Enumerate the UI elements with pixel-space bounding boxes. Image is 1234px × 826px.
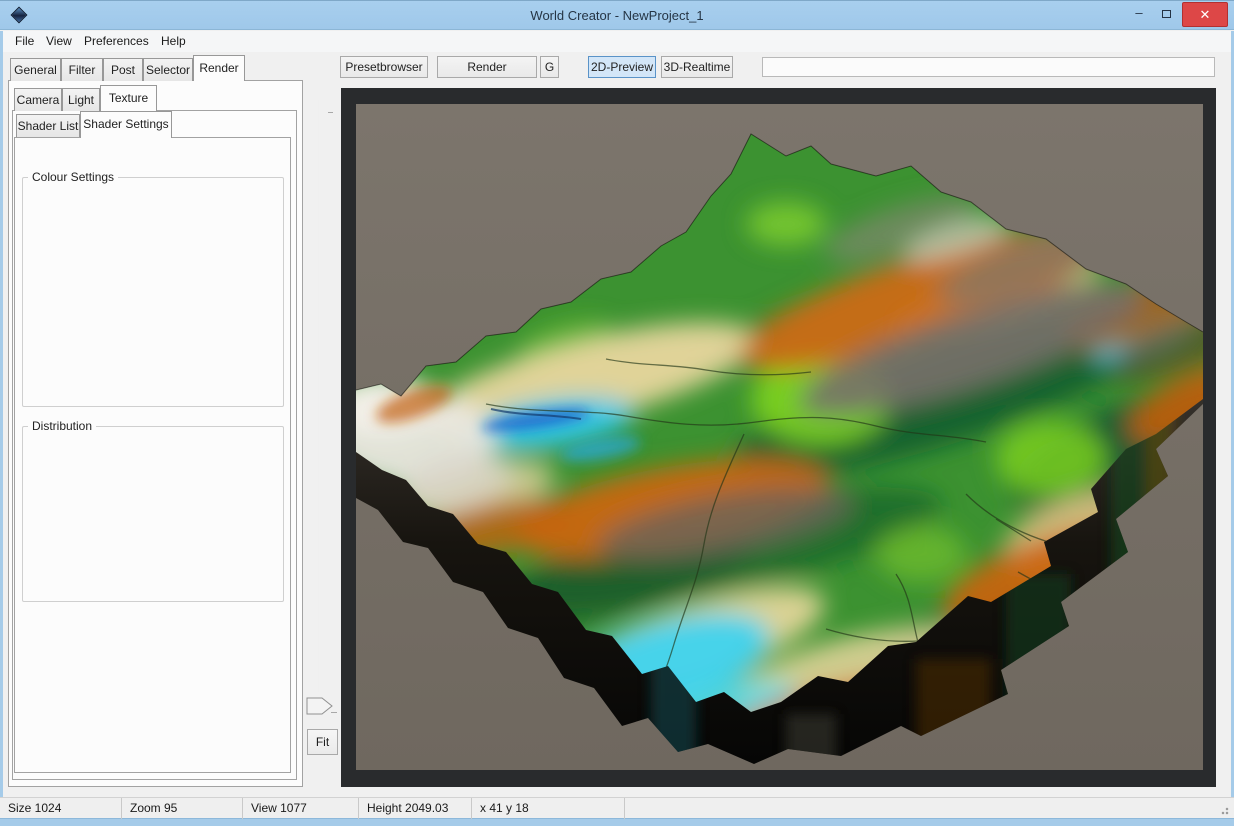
presetbrowser-button[interactable]: Presetbrowser: [340, 56, 428, 78]
tab-filter[interactable]: Filter: [61, 58, 103, 81]
maximize-button[interactable]: [1153, 1, 1179, 27]
colour-settings-title: Colour Settings: [28, 170, 118, 184]
tab-light[interactable]: Light: [62, 88, 100, 111]
viewport-zoom-slider[interactable]: [318, 100, 319, 692]
viewport-zoom-tick-bottom: [331, 712, 337, 713]
progress-bar: [762, 57, 1215, 77]
status-height: Height 2049.03: [359, 798, 472, 819]
menu-help[interactable]: Help: [161, 31, 186, 52]
tab-selector[interactable]: Selector: [143, 58, 193, 81]
fit-button[interactable]: Fit: [307, 729, 338, 755]
status-size: Size 1024: [0, 798, 122, 819]
realtime-3d-button[interactable]: 3D-Realtime: [661, 56, 733, 78]
tab-texture[interactable]: Texture: [100, 85, 157, 111]
preview-2d-button[interactable]: 2D-Preview: [588, 56, 656, 78]
tab-general[interactable]: General: [10, 58, 61, 81]
colour-settings-group: [22, 177, 284, 407]
tab-shader-settings[interactable]: Shader Settings: [80, 111, 172, 138]
status-zoom: Zoom 95: [122, 798, 243, 819]
status-cursor: x 41 y 18: [472, 798, 625, 819]
render-button[interactable]: Render: [437, 56, 537, 78]
viewport-zoom-tick-top: [328, 112, 333, 113]
tab-camera[interactable]: Camera: [14, 88, 62, 111]
menubar: File View Preferences Help: [3, 31, 1231, 52]
menu-preferences[interactable]: Preferences: [84, 31, 149, 52]
g-button[interactable]: G: [540, 56, 559, 78]
window-title: World Creator - NewProject_1: [0, 1, 1234, 31]
menu-view[interactable]: View: [46, 31, 72, 52]
minimize-button[interactable]: –: [1126, 1, 1152, 27]
tab-render[interactable]: Render: [193, 55, 245, 81]
window-border-bottom: [0, 818, 1234, 826]
resize-grip[interactable]: [1219, 805, 1229, 815]
tab-post[interactable]: Post: [103, 58, 143, 81]
viewport-zoom-slider-thumb[interactable]: [306, 697, 334, 715]
statusbar: Size 1024 Zoom 95 View 1077 Height 2049.…: [0, 797, 1234, 818]
titlebar[interactable]: World Creator - NewProject_1 – ✕: [0, 0, 1234, 30]
maximize-icon: [1162, 10, 1171, 18]
tab-shader-list[interactable]: Shader List: [16, 114, 80, 137]
distribution-group: [22, 426, 284, 602]
window-border-left: [0, 31, 3, 818]
close-button[interactable]: ✕: [1182, 2, 1228, 27]
distribution-title: Distribution: [28, 419, 96, 433]
menu-file[interactable]: File: [15, 31, 34, 52]
status-view: View 1077: [243, 798, 359, 819]
terrain-render[interactable]: [356, 104, 1203, 770]
